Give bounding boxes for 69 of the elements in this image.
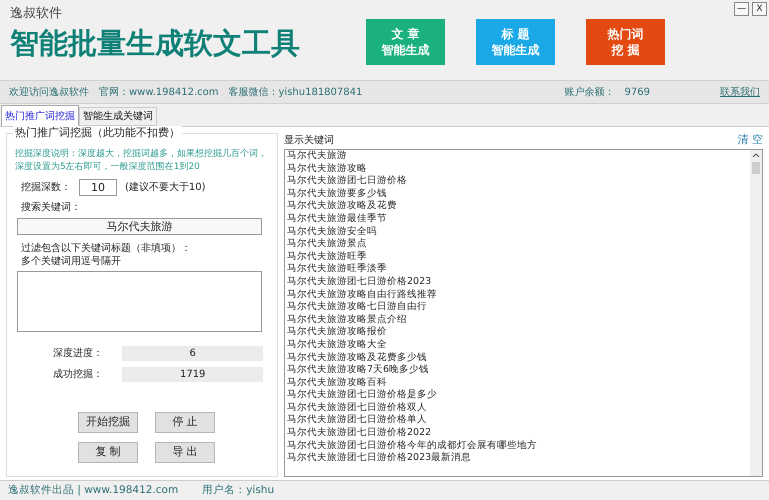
search-label: 搜索关键词：: [21, 201, 82, 215]
depth-label: 挖掘深数：: [21, 180, 71, 195]
stat-value: 6: [122, 346, 263, 361]
button-label: 热门词: [608, 26, 644, 42]
keyword-item[interactable]: 马尔代夫旅游团七日游价格2023: [287, 276, 750, 289]
keyword-item[interactable]: 马尔代夫旅游要多少钱: [287, 188, 750, 200]
clear-link[interactable]: 清 空: [738, 132, 763, 148]
minimize-button[interactable]: —: [734, 2, 749, 16]
button-label: 智能生成: [382, 42, 430, 58]
keyword-item[interactable]: 马尔代夫旅游团七日游价格: [287, 175, 750, 188]
action-button[interactable]: 停 止: [155, 412, 215, 433]
service-text: 客服微信：yishu181807841: [228, 86, 362, 100]
keyword-item[interactable]: 马尔代夫旅游攻略大全: [287, 338, 750, 352]
action-button[interactable]: 开始挖掘: [78, 412, 138, 433]
keyword-item[interactable]: 马尔代夫旅游团七日游价格2023最新消息: [287, 452, 750, 465]
keyword-item[interactable]: 马尔代夫旅游团七日游价格双人: [287, 402, 750, 414]
tab[interactable]: 智能生成关键词: [79, 107, 157, 126]
panel-title: 热门推广词挖掘（此功能不扣费）: [13, 126, 182, 140]
button-label: 挖 掘: [611, 42, 640, 58]
search-field[interactable]: 马尔代夫旅游: [17, 218, 262, 235]
stat-label: 深度进度：: [53, 346, 104, 361]
keywords-title: 显示关键词: [284, 134, 334, 148]
brand-name: 逸叔软件: [10, 6, 63, 22]
filter-label: 过滤包含以下关键词标题（非填项）：: [21, 242, 192, 255]
keyword-item[interactable]: 马尔代夫旅游最佳季节: [287, 212, 750, 226]
action-button[interactable]: 导 出: [155, 442, 215, 463]
app-title: 智能批量生成软文工具: [10, 25, 301, 62]
keyword-item[interactable]: 马尔代夫旅游攻略及花费多少钱: [287, 352, 750, 364]
keyword-item[interactable]: 马尔代夫旅游旺季: [287, 250, 750, 264]
contact-link[interactable]: 联系我们: [720, 84, 760, 100]
button-label: 标 题: [501, 26, 530, 42]
keyword-item[interactable]: 马尔代夫旅游攻略报价: [287, 326, 750, 339]
filter-hint: 多个关键词用逗号隔开: [21, 255, 122, 268]
close-button[interactable]: X: [752, 2, 767, 16]
credit-text: 逸叔软件出品 | www.198412.com: [8, 482, 178, 498]
keyword-item[interactable]: 马尔代夫旅游团七日游价格2022: [287, 427, 750, 440]
scroll-up-icon[interactable]: [752, 152, 760, 160]
keyword-item[interactable]: 马尔代夫旅游团七日游价格今年的成都灯会展有哪些地方: [287, 440, 750, 452]
feature-button[interactable]: 热门词 挖 掘: [586, 19, 665, 65]
action-button[interactable]: 复 制: [78, 442, 138, 463]
keyword-item[interactable]: 马尔代夫旅游攻略: [287, 162, 750, 176]
scrollbar[interactable]: [750, 150, 762, 476]
keyword-item[interactable]: 马尔代夫旅游旺季淡季: [287, 263, 750, 276]
filter-field[interactable]: [17, 271, 262, 332]
keyword-item[interactable]: 马尔代夫旅游攻略七日游自由行: [287, 301, 750, 314]
keyword-item[interactable]: 马尔代夫旅游团七日游价格单人: [287, 414, 750, 428]
keyword-item[interactable]: 马尔代夫旅游安全吗: [287, 226, 750, 238]
keyword-item[interactable]: 马尔代夫旅游攻略7天6晚多少钱: [287, 364, 750, 377]
keyword-item[interactable]: 马尔代夫旅游攻略及花费: [287, 200, 750, 213]
depth-field[interactable]: 10: [79, 179, 117, 196]
welcome-text: 欢迎访问逸叔软件: [9, 86, 89, 100]
stat-value: 1719: [122, 367, 263, 382]
tab[interactable]: 热门推广词挖掘: [1, 105, 79, 126]
depth-note: 挖掘深度说明：深度越大，挖掘词越多，如果想挖掘几百个词，深度设置为5左右即可，一般深度范围在1到20: [15, 148, 268, 174]
balance-label: 账户余额：: [564, 86, 615, 100]
balance-value: 9769: [624, 86, 650, 100]
depth-hint: (建议不要大于10): [125, 180, 206, 195]
keyword-item[interactable]: 马尔代夫旅游景点: [287, 238, 750, 251]
scroll-thumb[interactable]: [752, 162, 760, 174]
stat-label: 成功挖掘：: [53, 368, 104, 382]
button-label: 文 章: [391, 26, 420, 42]
keyword-item[interactable]: 马尔代夫旅游攻略景点介绍: [287, 314, 750, 326]
button-label: 智能生成: [492, 42, 540, 58]
keyword-item[interactable]: 马尔代夫旅游团七日游价格是多少: [287, 389, 750, 402]
user-text: 用户名：yishu: [202, 482, 274, 498]
website-text: 官网：www.198412.com: [99, 86, 219, 100]
keyword-item[interactable]: 马尔代夫旅游: [287, 150, 750, 163]
keyword-item[interactable]: 马尔代夫旅游攻略自由行路线推荐: [287, 288, 750, 302]
keyword-item[interactable]: 马尔代夫旅游攻略百科: [287, 376, 750, 390]
